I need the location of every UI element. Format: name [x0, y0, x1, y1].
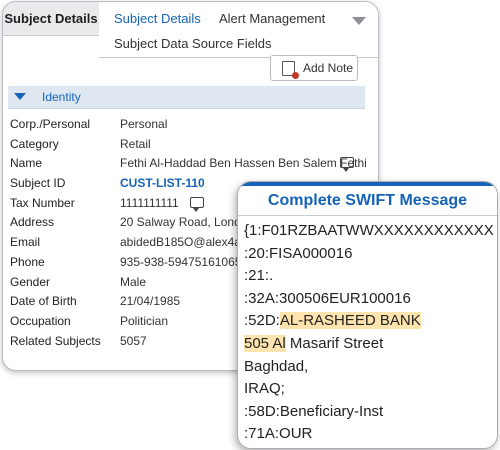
message-line: Baghdad,: [244, 357, 309, 375]
tab-subject-details[interactable]: Subject Details: [114, 11, 201, 26]
field-value: Personal: [120, 117, 168, 131]
field-value: Politician: [120, 313, 169, 328]
popup-title: Complete SWIFT Message: [267, 192, 468, 209]
field-value: 935-938-59475161065: [120, 254, 242, 269]
message-line: :21:.: [244, 267, 274, 285]
divider: [238, 215, 497, 216]
field-value: 21/04/1985: [120, 294, 181, 309]
message-line: :58D:Beneficiary-Inst: [244, 402, 384, 420]
field-label: Subject ID: [10, 176, 66, 191]
message-line: :52D:AL-RASHEED BANK: [244, 310, 497, 333]
message-line: :20:FISA000016: [244, 244, 353, 262]
field-label: Email: [10, 235, 41, 250]
swift-message-popup: Complete SWIFT Message {1:F01RZBAATWWXXX…: [237, 181, 498, 449]
field-row: Corp./Personal Personal: [10, 117, 375, 137]
note-add-icon: [282, 60, 299, 79]
comment-icon[interactable]: [190, 196, 204, 212]
field-label: Related Subjects: [10, 333, 101, 348]
tab-alert-management[interactable]: Alert Management: [219, 11, 325, 26]
chevron-down-icon[interactable]: [352, 17, 366, 25]
field-label: Gender: [10, 274, 51, 289]
message-line: {1:F01RZBAATWWXXXXXXXXXXXX: [244, 222, 494, 239]
subject-id-link[interactable]: CUST-LIST-110: [120, 176, 205, 190]
message-line: IRAQ;: [244, 380, 285, 398]
field-row: Category Retail: [10, 137, 375, 157]
popup-accent-bar: [238, 182, 497, 186]
section-title: Identity: [42, 90, 81, 104]
message-text: :52D:: [244, 312, 280, 330]
field-value: Retail: [120, 136, 151, 151]
comment-icon[interactable]: [340, 157, 354, 173]
tab-bar: Subject Details Alert Management Subject…: [99, 2, 378, 58]
field-value: Fethi Al-Haddad Ben Hassen Ben Salem Fet…: [120, 156, 367, 171]
field-label: Category: [10, 136, 59, 151]
field-label: Tax Number: [10, 195, 75, 210]
message-text: Masarif Street: [285, 334, 384, 352]
collapse-triangle-icon[interactable]: [14, 93, 26, 100]
highlighted-match: 505 Al: [244, 334, 286, 352]
tab-subject-data-source-fields[interactable]: Subject Data Source Fields: [114, 36, 272, 51]
tab-subject-details-left[interactable]: Subject Details: [3, 2, 100, 36]
message-line: 505 Al Masarif Street: [244, 333, 497, 356]
add-note-label: Add Note: [303, 61, 354, 75]
field-label: Date of Birth: [10, 294, 77, 309]
message-line: :32A:300506EUR100016: [244, 289, 411, 307]
identity-section-header[interactable]: Identity: [8, 86, 365, 109]
field-label: Corp./Personal: [10, 117, 91, 131]
swift-message-body: {1:F01RZBAATWWXXXXXXXXXXXX :20:FISA00001…: [244, 220, 497, 446]
add-note-button[interactable]: Add Note: [270, 55, 358, 81]
field-label: Occupation: [10, 313, 71, 328]
field-value: 5057: [120, 333, 147, 348]
field-value: Male: [120, 274, 147, 289]
field-value: 1111111111: [120, 195, 179, 210]
field-label: Name: [10, 156, 43, 171]
field-label: Phone: [10, 254, 45, 269]
field-label: Address: [10, 215, 55, 230]
highlighted-match: AL-RASHEED BANK: [279, 312, 421, 330]
message-line: :71A:OUR: [244, 425, 313, 443]
field-row: Name Fethi Al-Haddad Ben Hassen Ben Sale…: [10, 156, 375, 176]
